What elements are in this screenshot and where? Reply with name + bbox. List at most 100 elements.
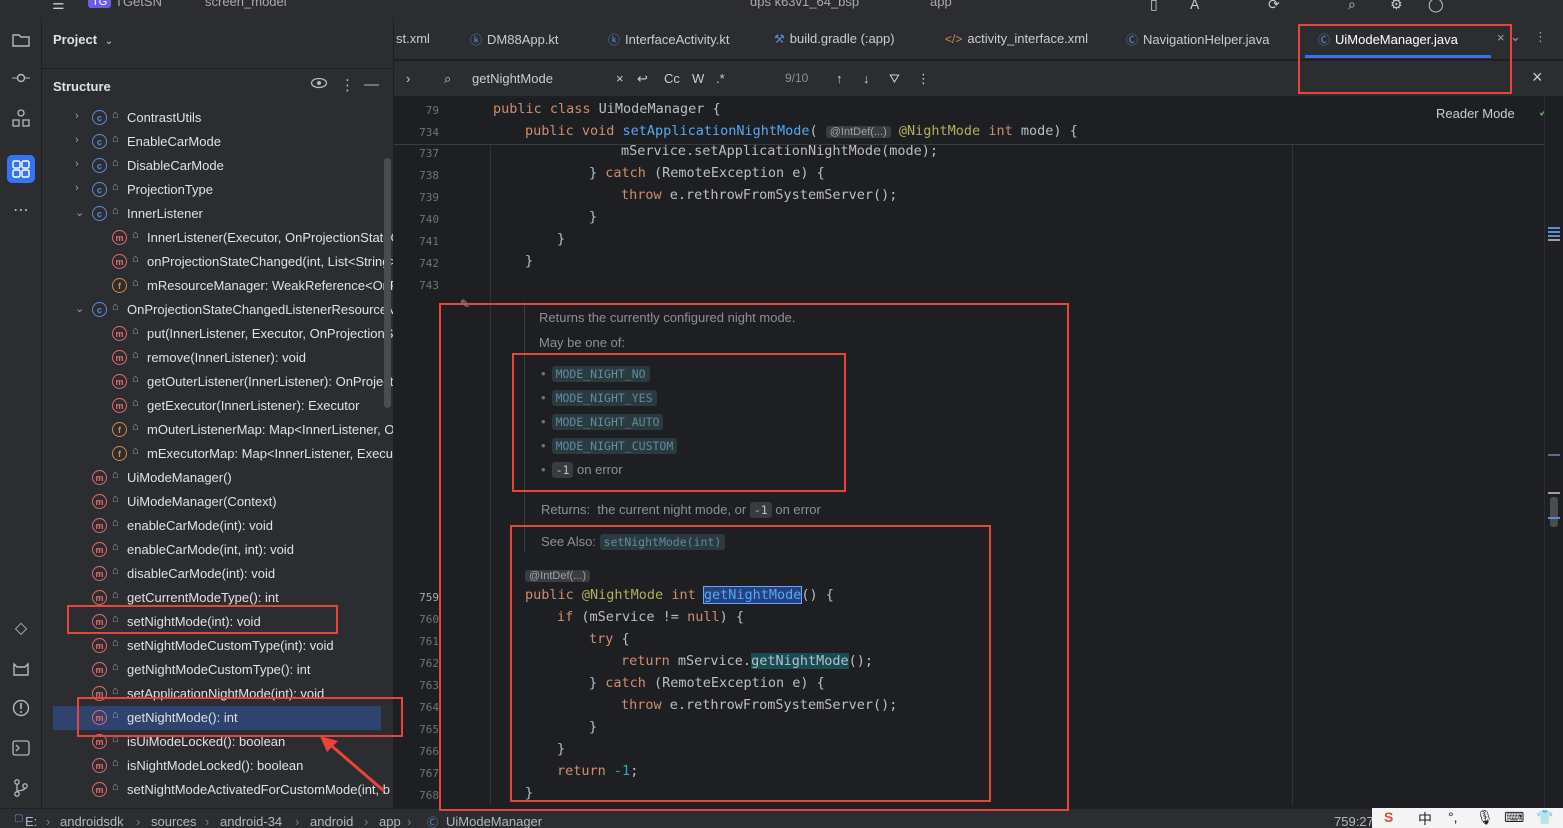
account-icon[interactable]: ◯	[1428, 0, 1444, 13]
search-icon[interactable]: ⌕	[1348, 0, 1356, 13]
editor-tab[interactable]: </> activity_interface.xml	[945, 31, 1088, 46]
chevron-right-icon[interactable]: ›	[75, 182, 79, 194]
editor-scrollbar[interactable]	[1544, 97, 1563, 808]
skin-icon[interactable]: 👕	[1536, 809, 1553, 826]
breadcrumb-item[interactable]: E:	[25, 814, 37, 828]
breadcrumb-item[interactable]: android	[310, 814, 353, 828]
breadcrumb-item[interactable]: android-34	[220, 814, 282, 828]
tab-list-chevron-icon[interactable]: ⌄	[1510, 29, 1521, 45]
intdef-hint[interactable]: @IntDef(...)	[525, 570, 591, 582]
run-config-selector[interactable]: app	[930, 0, 952, 9]
clear-search-icon[interactable]: ×	[616, 71, 624, 86]
chevron-right-icon[interactable]: ›	[75, 134, 79, 146]
branch-name[interactable]: screen_model	[205, 0, 287, 9]
translate-icon[interactable]: A	[1190, 0, 1199, 12]
caret-position[interactable]: 759:27	[1334, 814, 1374, 828]
ime-language-toggle[interactable]: 中	[1418, 809, 1432, 828]
more-tabs-icon[interactable]: ⋮	[1534, 29, 1547, 45]
doc-code-link[interactable]: setNightMode(int)	[599, 534, 726, 550]
reader-mode-button[interactable]: Reader Mode	[1436, 106, 1515, 121]
sogou-logo-icon[interactable]: S	[1384, 809, 1393, 825]
structure-tree-item[interactable]: m ⌂ getNightModeCustomType(): int	[42, 658, 393, 682]
find-input[interactable]: getNightMode	[472, 71, 553, 86]
device-manager-icon[interactable]: ▯	[1150, 0, 1158, 13]
doc-code-link[interactable]: MODE_NIGHT_YES	[551, 390, 657, 406]
pull-requests-icon[interactable]	[7, 155, 35, 183]
project-badge[interactable]: TG	[88, 0, 112, 8]
structure-tree-item[interactable]: m ⌂ setNightMode(int): void	[42, 610, 393, 634]
folder-icon[interactable]	[7, 26, 35, 54]
punctuation-icon[interactable]: °,	[1448, 809, 1458, 825]
regex-toggle[interactable]: .*	[716, 71, 725, 86]
chevron-down-icon[interactable]: ⌄	[75, 302, 84, 315]
editor-tab[interactable]: ⓚ InterfaceActivity.kt	[608, 31, 730, 48]
hide-panel-icon[interactable]: —	[364, 76, 379, 93]
structure-tree-item[interactable]: ⌄ c ⌂ InnerListener	[42, 202, 393, 226]
editor-tab[interactable]: ⓚ DM88App.kt	[470, 31, 559, 48]
device-selector[interactable]: dps k63v1_64_bsp	[750, 0, 859, 9]
gem-icon[interactable]: ◇	[7, 614, 35, 642]
breadcrumb-item[interactable]: androidsdk	[60, 814, 124, 828]
options-icon[interactable]: ⋮	[340, 76, 355, 94]
structure-tree-item[interactable]: › c ⌂ EnableCarMode	[42, 130, 393, 154]
search-history-icon[interactable]: ↩	[637, 71, 648, 87]
structure-tree-item[interactable]: m ⌂ put(InnerListener, Executor, OnProject…	[42, 322, 393, 346]
structure-tree-item[interactable]: m ⌂ disableCarMode(int): void	[42, 562, 393, 586]
next-match-icon[interactable]: ↓	[863, 71, 870, 86]
close-find-icon[interactable]: ×	[1532, 67, 1543, 88]
expand-replace-icon[interactable]: ›	[406, 71, 410, 86]
chevron-right-icon[interactable]: ›	[75, 110, 79, 122]
more-icon[interactable]: ⋯	[7, 196, 35, 224]
settings-icon[interactable]: ⚙	[1390, 0, 1403, 13]
problems-icon[interactable]	[7, 694, 35, 722]
panel-scrollbar[interactable]	[384, 158, 391, 408]
edit-doc-icon[interactable]: ✎	[460, 297, 470, 311]
terminal-icon[interactable]	[7, 734, 35, 762]
structure-tree-item[interactable]: m ⌂ enableCarMode(int, int): void	[42, 538, 393, 562]
doc-code-link[interactable]: MODE_NIGHT_NO	[551, 366, 650, 382]
intdef-hint[interactable]: @IntDef(...)	[825, 126, 891, 138]
structure-tree-item[interactable]: m ⌂ setNightModeCustomType(int): void	[42, 634, 393, 658]
breadcrumb-item[interactable]: sources	[151, 814, 197, 828]
structure-tree-item[interactable]: m ⌂ setApplicationNightMode(int): void	[42, 682, 393, 706]
git-icon[interactable]	[7, 774, 35, 802]
project-name[interactable]: TGetSN	[115, 0, 162, 9]
structure-tree-item[interactable]: f ⌂ mExecutorMap: Map<InnerListener, Execu	[42, 442, 393, 466]
keyboard-icon[interactable]: ⌨	[1504, 809, 1524, 826]
structure-tree-item[interactable]: m ⌂ remove(InnerListener): void	[42, 346, 393, 370]
find-options-icon[interactable]: ⋮	[917, 71, 930, 87]
structure-tree-item[interactable]: › c ⌂ ContrastUtils	[42, 106, 393, 130]
whole-words-toggle[interactable]: W	[692, 71, 704, 86]
structure-tree-item[interactable]: ⌄ c ⌂ OnProjectionStateChangedListenerResou…	[42, 298, 393, 322]
structure-tree-item[interactable]: m ⌂ UiModeManager()	[42, 466, 393, 490]
editor-tab[interactable]: Ⓒ UiModeManager.java	[1318, 31, 1458, 48]
structure-tree-item[interactable]: m ⌂ UiModeManager(Context)	[42, 490, 393, 514]
breadcrumb-item[interactable]: UiModeManager	[446, 814, 542, 828]
editor-tab[interactable]: ⚒ build.gradle (:app)	[774, 31, 895, 46]
structure-tree-item[interactable]: m ⌂ getCurrentModeType(): int	[42, 586, 393, 610]
chevron-down-icon[interactable]: ⌄	[75, 206, 84, 219]
previous-match-icon[interactable]: ↑	[836, 71, 843, 86]
code-editor[interactable]: 79 public class UiModeManager { 734 publ…	[394, 97, 1544, 808]
doc-code-link[interactable]: MODE_NIGHT_CUSTOM	[551, 438, 678, 454]
structure-tree-item[interactable]: › c ⌂ DisableCarMode	[42, 154, 393, 178]
structure-tree-item[interactable]: m ⌂ getExecutor(InnerListener): Executor	[42, 394, 393, 418]
commit-icon[interactable]	[7, 64, 35, 92]
filter-icon[interactable]: ⛛	[889, 71, 900, 87]
doc-code-link[interactable]: MODE_NIGHT_AUTO	[551, 414, 664, 430]
structure-icon[interactable]	[7, 104, 35, 132]
structure-tree-item[interactable]: f ⌂ mResourceManager: WeakReference<OnP	[42, 274, 393, 298]
structure-tree-item[interactable]: m ⌂ onProjectionStateChanged(int, List<Str…	[42, 250, 393, 274]
match-case-toggle[interactable]: Cc	[664, 71, 680, 86]
structure-tree-item[interactable]: m ⌂ enableCarMode(int): void	[42, 514, 393, 538]
structure-tree-item[interactable]: m ⌂ getOuterListener(InnerListener): OnPro…	[42, 370, 393, 394]
editor-tab[interactable]: st.xml	[396, 31, 430, 46]
chevron-right-icon[interactable]: ›	[75, 158, 79, 170]
microphone-icon[interactable]: 🎙	[1476, 809, 1494, 826]
editor-tab[interactable]: Ⓒ NavigationHelper.java	[1126, 31, 1269, 48]
hamburger-menu-icon[interactable]: ☰	[52, 0, 65, 13]
breadcrumb-item[interactable]: app	[379, 814, 401, 828]
close-tab-icon[interactable]: ×	[1497, 30, 1505, 45]
cat-icon[interactable]	[7, 654, 35, 682]
sync-icon[interactable]: ⟳	[1268, 0, 1280, 13]
